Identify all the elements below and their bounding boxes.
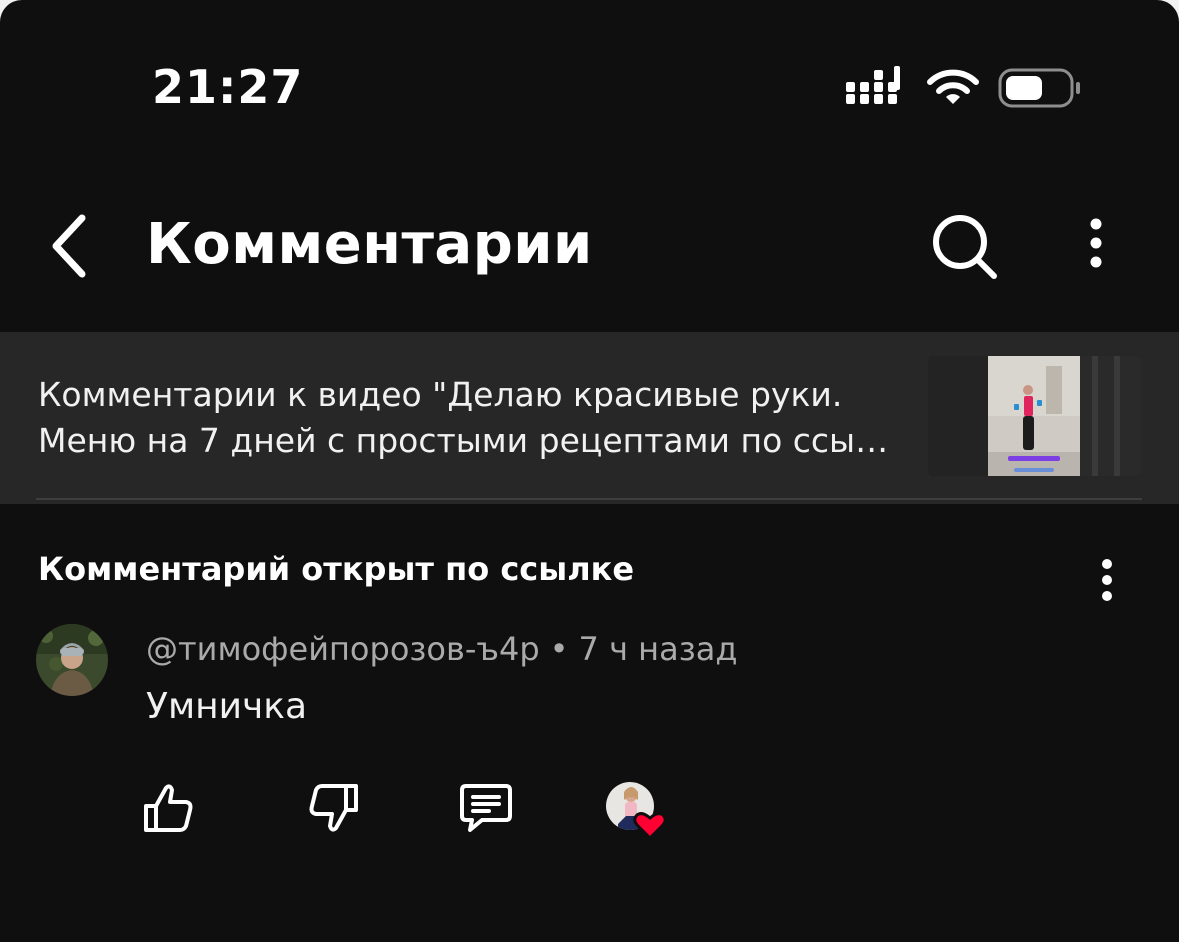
divider [36, 498, 1142, 500]
status-time: 21:27 [152, 60, 304, 114]
page-title: Комментарии [146, 212, 593, 277]
section-title: Комментарий открыт по ссылке [38, 550, 635, 588]
thumbs-down-icon[interactable] [306, 780, 362, 836]
video-thumbnail[interactable] [928, 356, 1142, 476]
comments-screen: 21:27 Комментарии Комментарии к видео "Д… [0, 0, 1179, 942]
battery-icon [998, 68, 1080, 108]
reply-icon[interactable] [456, 780, 516, 836]
comment-author[interactable]: @тимофейпорозов-ъ4р [146, 630, 540, 668]
signal-icon [846, 66, 900, 104]
back-arrow-icon[interactable] [40, 208, 100, 284]
wifi-icon [927, 69, 979, 104]
search-icon[interactable] [924, 208, 1004, 284]
more-vertical-icon[interactable] [1078, 212, 1114, 276]
video-banner[interactable]: Комментарии к видео "Делаю красивые руки… [0, 332, 1179, 504]
comment-meta: @тимофейпорозов-ъ4р • 7 ч назад [146, 630, 737, 668]
avatar[interactable] [36, 624, 108, 696]
comment-text: Умничка [146, 686, 308, 727]
comment-time: 7 ч назад [578, 630, 738, 668]
video-caption: Комментарии к видео "Делаю красивые руки… [38, 375, 889, 460]
creator-heart-icon [606, 782, 667, 840]
comment-more-icon[interactable] [1090, 556, 1124, 604]
thumbs-up-icon[interactable] [140, 780, 196, 836]
meta-separator: • [549, 630, 569, 668]
